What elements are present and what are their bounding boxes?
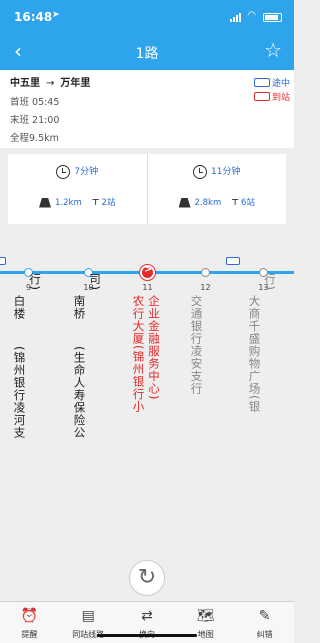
status-bar: 16:48 ➤ ◠ — [0, 0, 294, 34]
nav-bar: ‹ 1路 ☆ — [0, 34, 294, 70]
bus-enroute-icon — [0, 257, 6, 265]
arrival-stops: 6站 — [241, 198, 255, 208]
route-stops-panel[interactable]: 9 白楼 行) (锦州银行凌河支 10 南桥 司) (生命人寿保险公 11 农行… — [0, 250, 294, 550]
stop-name-overflow: 行) — [28, 273, 42, 291]
signal-icon — [230, 13, 244, 22]
refresh-button[interactable]: ↻ — [129, 560, 165, 596]
tab-remind[interactable]: ⏰ 提醒 — [0, 602, 59, 643]
tab-report-error[interactable]: ✎ 纠错 — [235, 602, 294, 643]
stop-name-overflow: 司) — [88, 273, 102, 291]
arrival-cards: 7分钟 1.2km ⊤ 2站 11分钟 2.8km ⊤ 6站 — [8, 154, 286, 224]
location-arrow-icon: ➤ — [52, 10, 60, 20]
arrival-time: 11分钟 — [211, 167, 241, 177]
clock-icon — [193, 164, 208, 179]
tab-label: 提醒 — [21, 630, 38, 639]
route-length: 全程9.5km — [10, 133, 59, 144]
bus-enroute-icon — [253, 78, 270, 87]
stop-name: 大商千盛购物广场(银 — [247, 295, 262, 413]
stop-name: 农行大厦(锦州银行小 — [131, 295, 146, 413]
stop-name-overflow: 行) — [263, 273, 277, 291]
status-time: 16:48 — [14, 10, 53, 24]
first-bus-time: 首班 05:45 — [10, 97, 60, 108]
arrival-distance: 2.8km — [194, 198, 222, 208]
road-icon — [39, 197, 52, 208]
arrival-card[interactable]: 7分钟 1.2km ⊤ 2站 — [8, 154, 147, 224]
from-stop: 中五里 — [10, 78, 40, 89]
stop-number: 12 — [200, 283, 211, 292]
direction-arrow-icon: → — [46, 78, 55, 89]
clock-icon — [56, 164, 71, 179]
stop-name-detail: 企业金融服务中心) — [147, 295, 161, 401]
bus-list-icon: ▤ — [81, 608, 95, 624]
arrival-distance: 1.2km — [55, 198, 82, 208]
arrival-stops: 2站 — [101, 198, 116, 208]
edit-pencil-icon: ✎ — [258, 608, 271, 624]
road-icon — [178, 197, 191, 208]
tab-label: 纠错 — [256, 630, 273, 639]
stop-name: 南桥 — [72, 295, 87, 320]
arrival-time: 7分钟 — [74, 167, 99, 177]
battery-icon — [263, 13, 282, 22]
legend-enroute-label: 途中 — [271, 79, 290, 89]
stop-name: 白楼 — [12, 295, 27, 320]
stop-name-detail: (生命人寿保险公 — [72, 346, 87, 439]
bus-stop-sign-icon: ⊤ — [91, 198, 100, 208]
alarm-clock-icon: ⏰ — [20, 608, 39, 624]
bus-enroute-icon — [226, 257, 240, 265]
stop-name: 交通银行凌安支行 — [189, 295, 204, 395]
to-stop: 万年里 — [60, 78, 91, 89]
stop-name-detail: (锦州银行凌河支 — [12, 346, 27, 439]
map-icon: 🗺 — [196, 608, 215, 624]
legend-arrived: 到站 — [253, 90, 290, 103]
stop-dot — [201, 268, 210, 277]
bus-arrived-icon — [253, 92, 270, 101]
legend-arrived-label: 到站 — [271, 93, 290, 103]
last-bus-time: 末班 21:00 — [10, 115, 60, 126]
swap-arrows-icon: ⇄ — [141, 608, 153, 624]
route-direction: 中五里 → 万年里 — [10, 74, 90, 89]
page-title: 1路 — [135, 46, 159, 62]
home-indicator — [97, 634, 197, 637]
current-stop-icon — [140, 264, 155, 280]
stop-number: 11 — [142, 283, 153, 292]
wifi-icon: ◠ — [247, 10, 256, 21]
favorite-star-icon[interactable]: ☆ — [264, 38, 282, 62]
legend-enroute: 途中 — [253, 76, 290, 89]
route-info-panel: 中五里 → 万年里 首班 05:45 末班 21:00 全程9.5km 途中 到站 — [0, 70, 294, 148]
arrival-card[interactable]: 11分钟 2.8km ⊤ 6站 — [146, 154, 287, 224]
bus-stop-sign-icon: ⊤ — [231, 198, 240, 208]
